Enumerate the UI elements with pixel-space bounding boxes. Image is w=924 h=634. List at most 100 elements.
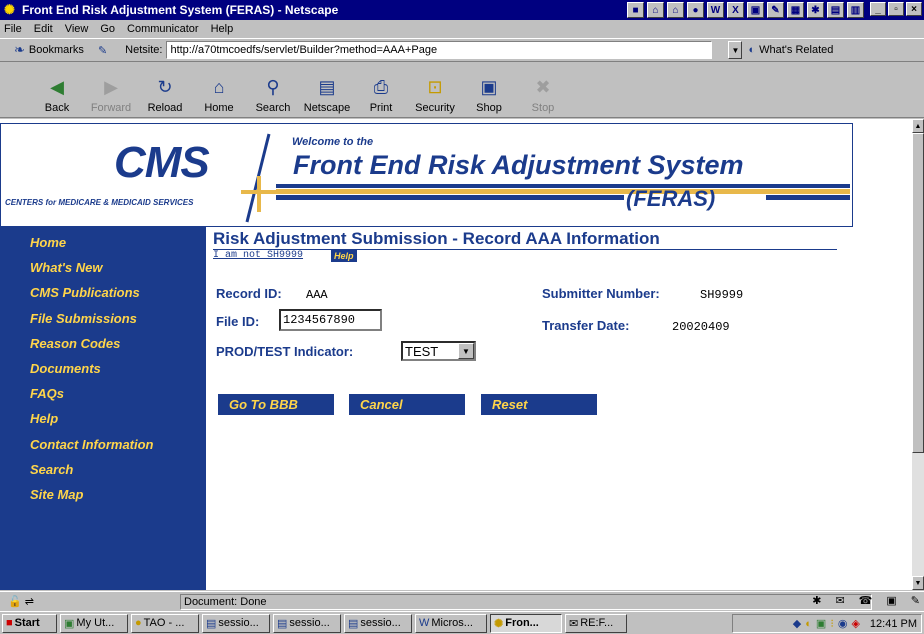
reset-button[interactable]: Reset: [481, 394, 597, 415]
chevron-down-icon[interactable]: ▼: [458, 343, 474, 359]
tray-icon[interactable]: ◆: [793, 617, 801, 630]
quick-launch-icon[interactable]: ▣: [747, 2, 764, 18]
netscape-button[interactable]: ▤ Netscape: [300, 75, 354, 115]
menu-file[interactable]: File: [4, 23, 22, 35]
file-id-input[interactable]: 1234567890: [279, 309, 382, 331]
taskbar-item-label: sessio...: [218, 617, 259, 629]
start-button[interactable]: ■ Start: [2, 613, 57, 633]
taskbar-item-active[interactable]: ✺ Fron...: [490, 613, 562, 633]
url-dropdown-icon[interactable]: ▼: [728, 41, 743, 59]
scroll-thumb[interactable]: [912, 133, 924, 453]
component-icon[interactable]: ✉: [835, 594, 844, 607]
start-label: Start: [14, 617, 40, 629]
print-button[interactable]: ⎙ Print: [354, 75, 408, 115]
nav-help[interactable]: Help: [0, 406, 206, 431]
scroll-up-icon[interactable]: ▲: [912, 119, 924, 133]
vertical-scrollbar[interactable]: ▲ ▼: [912, 119, 924, 590]
stop-button[interactable]: ✖ Stop: [516, 75, 570, 115]
nav-documents[interactable]: Documents: [0, 356, 206, 381]
nav-site-map[interactable]: Site Map: [0, 482, 206, 507]
url-input[interactable]: http://a70tmcoedfs/servlet/Builder?metho…: [166, 41, 713, 59]
quick-launch-icon[interactable]: ⌂: [667, 2, 684, 18]
go-to-bbb-button[interactable]: Go To BBB: [218, 394, 334, 415]
quick-launch-icon[interactable]: W: [707, 2, 724, 18]
forward-label: Forward: [90, 102, 132, 114]
quick-launch-icon[interactable]: ■: [627, 2, 644, 18]
welcome-text: Welcome to the: [292, 136, 374, 148]
netscape-app-icon: ✺: [4, 2, 15, 17]
security-button[interactable]: ⊡ Security: [408, 75, 462, 115]
shop-button[interactable]: ▣ Shop: [462, 75, 516, 115]
tray-icon[interactable]: ◉: [838, 617, 848, 630]
taskbar-item-label: Fron...: [505, 617, 539, 629]
close-icon[interactable]: ×: [906, 2, 922, 16]
nav-home[interactable]: Home: [0, 230, 206, 255]
whats-related-button[interactable]: ◐ What's Related: [748, 44, 833, 56]
tray-icon[interactable]: ▣: [816, 617, 826, 630]
menu-go[interactable]: Go: [100, 23, 115, 35]
quick-launch-icon[interactable]: ⌂: [647, 2, 664, 18]
taskbar-item[interactable]: W Micros...: [415, 613, 487, 633]
netscape-icon: ▤: [318, 76, 336, 97]
search-button[interactable]: ⚲ Search: [246, 75, 300, 115]
menu-edit[interactable]: Edit: [34, 23, 53, 35]
shop-icon: ▣: [480, 76, 498, 97]
whats-related-icon: ◐: [748, 44, 756, 56]
quick-launch-icon[interactable]: ✎: [767, 2, 784, 18]
nav-reason-codes[interactable]: Reason Codes: [0, 331, 206, 356]
home-label: Home: [204, 102, 234, 114]
quick-launch-icon[interactable]: ▤: [827, 2, 844, 18]
help-link[interactable]: Help: [331, 250, 357, 262]
nav-contact-information[interactable]: Contact Information: [0, 432, 206, 457]
quick-launch-icon[interactable]: X: [727, 2, 744, 18]
quick-launch-icon[interactable]: ▥: [847, 2, 864, 18]
banner-rule-gold: [276, 189, 850, 194]
nav-file-submissions[interactable]: File Submissions: [0, 306, 206, 331]
not-user-link[interactable]: I am not SH9999: [213, 250, 303, 261]
taskbar-item[interactable]: ✉ RE:F...: [565, 613, 627, 633]
search-label: Search: [255, 102, 291, 114]
reload-icon: ↻: [157, 76, 173, 97]
quick-launch-icon[interactable]: ▦: [787, 2, 804, 18]
taskbar-item[interactable]: ▣ My Ut...: [60, 613, 128, 633]
minimize-icon[interactable]: _: [870, 2, 886, 16]
system-tray: ◆ ◐ ▣ ⁝ ◉ ◈ 12:41 PM: [732, 614, 922, 633]
menu-help[interactable]: Help: [211, 23, 234, 35]
left-navigation: Home What's New CMS Publications File Su…: [0, 227, 206, 590]
component-icon[interactable]: ☎: [859, 594, 873, 607]
reload-button[interactable]: ↻ Reload: [138, 75, 192, 115]
taskbar-item[interactable]: ▤ sessio...: [202, 613, 270, 633]
nav-faqs[interactable]: FAQs: [0, 381, 206, 406]
taskbar-item[interactable]: ● TAO - ...: [131, 613, 199, 633]
taskbar-item-label: sessio...: [360, 617, 401, 629]
nav-whats-new[interactable]: What's New: [0, 255, 206, 280]
tray-icon[interactable]: ◐: [805, 618, 812, 630]
title-divider: [213, 249, 837, 250]
bookmarks-label: Bookmarks: [28, 44, 84, 56]
component-icon[interactable]: ✎: [911, 594, 920, 607]
security-status-icon[interactable]: 🔓 ⇌: [0, 595, 40, 608]
home-button[interactable]: ⌂ Home: [192, 75, 246, 115]
prod-test-select[interactable]: TEST ▼: [401, 341, 476, 361]
taskbar-item-label: sessio...: [289, 617, 330, 629]
navigation-toolbar: ◀ Back ▶ Forward ↻ Reload ⌂ Home ⚲ Search ▤ Ne…: [0, 62, 924, 118]
nav-search[interactable]: Search: [0, 457, 206, 482]
menu-communicator[interactable]: Communicator: [127, 23, 199, 35]
maximize-icon[interactable]: ▫: [888, 2, 904, 16]
quick-launch-icon[interactable]: ✱: [807, 2, 824, 18]
tray-icon[interactable]: ⁝: [830, 617, 834, 630]
component-icon[interactable]: ▣: [886, 594, 896, 607]
back-button[interactable]: ◀ Back: [30, 75, 84, 115]
quick-launch-icon[interactable]: ●: [687, 2, 704, 18]
menu-view[interactable]: View: [65, 23, 89, 35]
tray-icon[interactable]: ◈: [851, 617, 859, 630]
component-icon[interactable]: ✱: [812, 594, 821, 607]
cancel-button[interactable]: Cancel: [349, 394, 465, 415]
security-label: Security: [415, 102, 455, 114]
taskbar-item[interactable]: ▤ sessio...: [273, 613, 341, 633]
taskbar-item[interactable]: ▤ sessio...: [344, 613, 412, 633]
forward-button[interactable]: ▶ Forward: [84, 75, 138, 115]
scroll-down-icon[interactable]: ▼: [912, 576, 924, 590]
bookmarks-button[interactable]: ❧ Bookmarks ✎: [14, 42, 107, 58]
nav-cms-publications[interactable]: CMS Publications: [0, 280, 206, 305]
